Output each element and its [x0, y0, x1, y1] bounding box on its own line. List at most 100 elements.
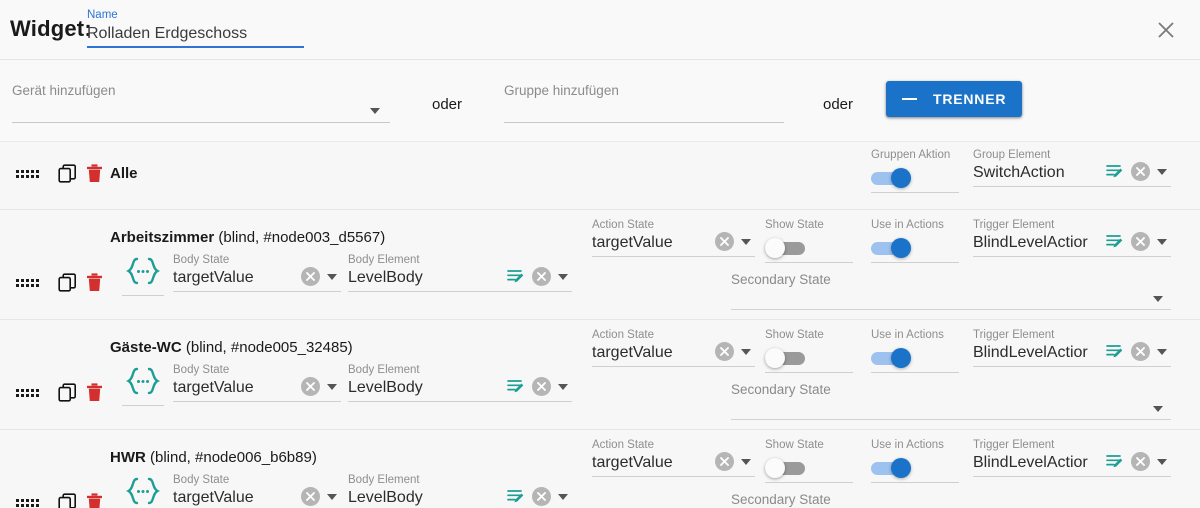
chevron-down-icon[interactable]	[1157, 458, 1167, 465]
use-in-actions-toggle-switch[interactable]	[871, 457, 923, 479]
action-state-field-value[interactable]: targetValue	[592, 232, 697, 253]
body-element-field-value[interactable]: LevelBody	[348, 487, 488, 508]
trigger-element-field[interactable]: Trigger Element BlindLevelActior	[973, 219, 1171, 257]
chevron-down-icon[interactable]	[1153, 406, 1163, 412]
show-state-toggle-switch[interactable]	[765, 457, 817, 479]
drag-handle-icon[interactable]	[16, 389, 39, 397]
chevron-down-icon[interactable]	[558, 493, 568, 500]
body-element-field-value[interactable]: LevelBody	[348, 267, 488, 288]
delete-icon[interactable]	[86, 273, 103, 297]
trigger-element-field-value[interactable]: BlindLevelActior	[973, 232, 1091, 253]
clear-circle-icon[interactable]	[1131, 232, 1150, 251]
copy-icon[interactable]	[58, 273, 77, 297]
json-braces-icon[interactable]	[122, 476, 164, 508]
body-state-field-value[interactable]: targetValue	[173, 487, 285, 508]
use-in-actions-toggle-switch[interactable]	[871, 347, 923, 369]
edit-list-icon[interactable]	[507, 378, 525, 395]
body-state-field-value[interactable]: targetValue	[173, 377, 285, 398]
add-group-select[interactable]: Gruppe hinzufügen	[504, 83, 784, 123]
widget-name-input[interactable]: Rolladen Erdgeschoss	[87, 22, 304, 44]
add-device-select[interactable]: Gerät hinzufügen	[12, 83, 390, 123]
group-element-field-value[interactable]: SwitchAction	[973, 162, 1093, 183]
body-element-field[interactable]: Body Element LevelBody	[348, 474, 572, 508]
body-state-field[interactable]: Body State targetValue	[173, 474, 341, 508]
use-in-actions-toggle[interactable]: Use in Actions	[871, 439, 959, 483]
chevron-down-icon[interactable]	[1157, 348, 1167, 355]
delete-icon[interactable]	[86, 383, 103, 407]
group-element-field[interactable]: Group Element SwitchAction	[973, 149, 1171, 187]
chevron-down-icon[interactable]	[558, 273, 568, 280]
edit-list-icon[interactable]	[507, 488, 525, 505]
clear-circle-icon[interactable]	[532, 377, 551, 396]
secondary-state-field[interactable]: Secondary State	[731, 492, 1171, 508]
delete-icon[interactable]	[86, 164, 103, 188]
group-action-toggle-switch[interactable]	[871, 167, 923, 189]
body-element-field[interactable]: Body Element LevelBody	[348, 254, 572, 292]
group-action-toggle[interactable]: Gruppen Aktion	[871, 149, 959, 193]
clear-circle-icon[interactable]	[715, 342, 734, 361]
close-icon[interactable]	[1150, 14, 1182, 46]
edit-list-icon[interactable]	[1106, 163, 1124, 180]
chevron-down-icon[interactable]	[741, 348, 751, 355]
chevron-down-icon[interactable]	[1157, 238, 1167, 245]
show-state-toggle-knob[interactable]	[765, 348, 785, 368]
chevron-down-icon[interactable]	[327, 273, 337, 280]
show-state-toggle-switch[interactable]	[765, 237, 817, 259]
action-state-field[interactable]: Action State targetValue	[592, 329, 755, 367]
action-state-field[interactable]: Action State targetValue	[592, 439, 755, 477]
show-state-toggle-switch[interactable]	[765, 347, 817, 369]
edit-list-icon[interactable]	[1106, 343, 1124, 360]
trigger-element-field[interactable]: Trigger Element BlindLevelActior	[973, 329, 1171, 367]
show-state-toggle[interactable]: Show State	[765, 219, 853, 263]
json-braces-icon[interactable]	[122, 366, 164, 406]
use-in-actions-toggle-knob[interactable]	[891, 238, 911, 258]
trigger-element-field-value[interactable]: BlindLevelActior	[973, 452, 1091, 473]
secondary-state-field[interactable]: Secondary State	[731, 382, 1171, 420]
show-state-toggle-knob[interactable]	[765, 238, 785, 258]
chevron-down-icon[interactable]	[370, 108, 380, 114]
use-in-actions-toggle-knob[interactable]	[891, 348, 911, 368]
clear-circle-icon[interactable]	[1131, 452, 1150, 471]
clear-circle-icon[interactable]	[1131, 342, 1150, 361]
widget-name-field[interactable]: Name Rolladen Erdgeschoss	[87, 9, 304, 48]
chevron-down-icon[interactable]	[1153, 296, 1163, 302]
add-separator-button[interactable]: TRENNER	[886, 81, 1023, 117]
chevron-down-icon[interactable]	[741, 238, 751, 245]
chevron-down-icon[interactable]	[741, 458, 751, 465]
delete-icon[interactable]	[86, 493, 103, 508]
clear-circle-icon[interactable]	[532, 267, 551, 286]
chevron-down-icon[interactable]	[558, 383, 568, 390]
use-in-actions-toggle-switch[interactable]	[871, 237, 923, 259]
body-element-field[interactable]: Body Element LevelBody	[348, 364, 572, 402]
copy-icon[interactable]	[58, 383, 77, 407]
body-state-field[interactable]: Body State targetValue	[173, 364, 341, 402]
drag-handle-icon[interactable]	[16, 279, 39, 287]
edit-list-icon[interactable]	[1106, 233, 1124, 250]
clear-circle-icon[interactable]	[532, 487, 551, 506]
chevron-down-icon[interactable]	[1157, 168, 1167, 175]
chevron-down-icon[interactable]	[327, 493, 337, 500]
show-state-toggle-knob[interactable]	[765, 458, 785, 478]
copy-icon[interactable]	[58, 164, 77, 188]
clear-circle-icon[interactable]	[301, 487, 320, 506]
body-state-field[interactable]: Body State targetValue	[173, 254, 341, 292]
action-state-field-value[interactable]: targetValue	[592, 452, 697, 473]
group-action-toggle-knob[interactable]	[891, 168, 911, 188]
json-braces-icon[interactable]	[122, 256, 164, 296]
body-state-field-value[interactable]: targetValue	[173, 267, 285, 288]
edit-list-icon[interactable]	[507, 268, 525, 285]
body-element-field-value[interactable]: LevelBody	[348, 377, 488, 398]
use-in-actions-toggle-knob[interactable]	[891, 458, 911, 478]
copy-icon[interactable]	[58, 493, 77, 508]
use-in-actions-toggle[interactable]: Use in Actions	[871, 219, 959, 263]
edit-list-icon[interactable]	[1106, 453, 1124, 470]
clear-circle-icon[interactable]	[715, 232, 734, 251]
secondary-state-field[interactable]: Secondary State	[731, 272, 1171, 310]
trigger-element-field[interactable]: Trigger Element BlindLevelActior	[973, 439, 1171, 477]
show-state-toggle[interactable]: Show State	[765, 439, 853, 483]
clear-circle-icon[interactable]	[301, 267, 320, 286]
action-state-field[interactable]: Action State targetValue	[592, 219, 755, 257]
clear-circle-icon[interactable]	[301, 377, 320, 396]
clear-circle-icon[interactable]	[1131, 162, 1150, 181]
action-state-field-value[interactable]: targetValue	[592, 342, 697, 363]
